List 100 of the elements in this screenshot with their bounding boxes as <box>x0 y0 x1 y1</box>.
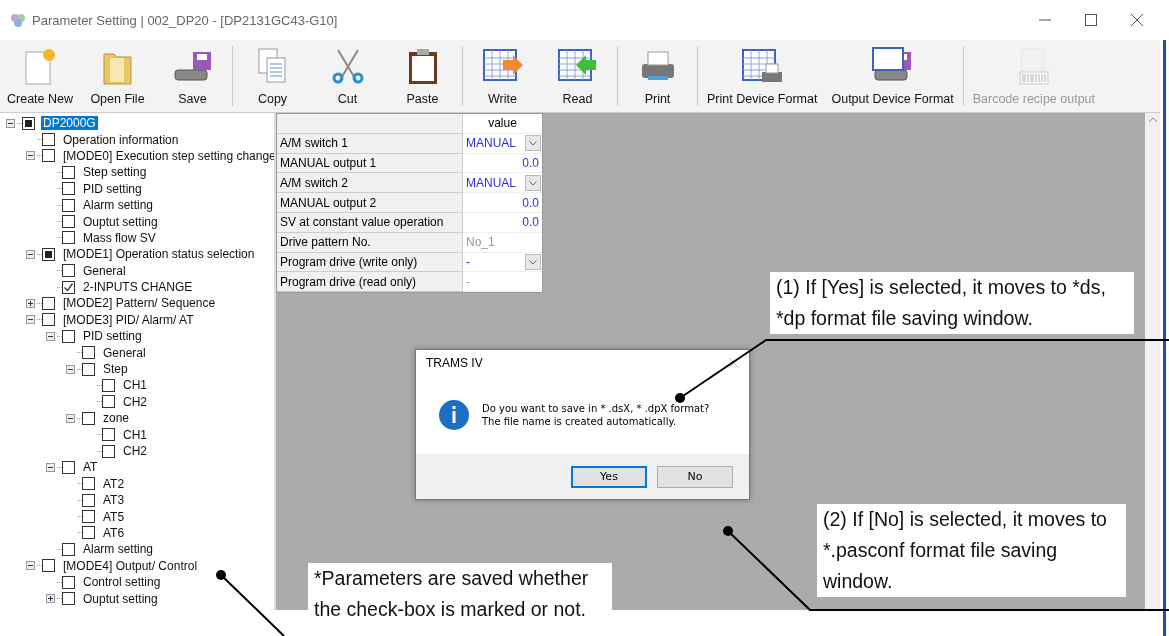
checkbox[interactable] <box>62 592 75 605</box>
column-header: value <box>463 114 542 134</box>
expand-icon[interactable] <box>26 299 35 308</box>
toolbar-button[interactable]: Save <box>155 40 230 112</box>
tree-item[interactable]: 2-INPUTS CHANGE <box>81 280 195 295</box>
checkbox[interactable] <box>42 133 55 147</box>
tree-item[interactable]: Operation information <box>61 132 181 147</box>
toolbar-button[interactable]: Print <box>620 40 695 112</box>
tree-item[interactable]: Step setting <box>81 165 149 180</box>
tree-item[interactable]: zone <box>101 411 132 426</box>
tree-item[interactable]: CH1 <box>121 378 149 393</box>
collapse-icon[interactable] <box>26 151 35 161</box>
tree-item[interactable]: AT2 <box>101 476 127 491</box>
checkbox[interactable] <box>62 264 75 278</box>
toolbar-button[interactable]: Cut <box>310 40 385 112</box>
dialog-button[interactable]: Yes <box>571 465 647 488</box>
collapse-icon[interactable] <box>66 413 75 423</box>
tree-item[interactable]: [MODE1] Operation status selection <box>61 247 257 262</box>
checkbox[interactable] <box>42 313 55 327</box>
tree-item[interactable]: [MODE3] PID/ Alarm/ AT <box>61 312 196 327</box>
table-cell: - <box>463 272 542 293</box>
checkbox[interactable] <box>62 231 75 245</box>
toolbar-button[interactable]: Write <box>465 40 540 112</box>
tree-item[interactable]: CH1 <box>121 427 149 442</box>
tree-item[interactable]: Step <box>101 362 130 377</box>
collapse-icon[interactable] <box>26 315 35 325</box>
dialog-title: TRAMS IV <box>426 356 483 370</box>
close-icon[interactable] <box>1131 14 1143 26</box>
checkbox[interactable] <box>62 215 75 229</box>
tree-item[interactable]: Ouptut setting <box>81 214 160 229</box>
checkbox[interactable] <box>62 575 75 589</box>
collapse-icon[interactable] <box>46 331 55 341</box>
toolbar-button[interactable]: Output Device Format <box>824 40 961 112</box>
checkbox[interactable] <box>82 346 95 360</box>
checkbox[interactable] <box>82 362 95 376</box>
tree-item[interactable]: Mass flow SV <box>81 230 158 245</box>
tree-item[interactable]: Control setting <box>81 575 163 590</box>
checkbox[interactable] <box>62 460 75 474</box>
checkbox[interactable] <box>62 165 75 179</box>
app-icon <box>10 13 26 27</box>
checkbox[interactable] <box>82 526 95 540</box>
table-cell: SV at constant value operation <box>277 213 463 233</box>
toolbar-button[interactable]: Copy <box>235 40 310 112</box>
collapse-icon[interactable] <box>6 118 15 128</box>
checkbox[interactable] <box>42 559 55 573</box>
checkbox[interactable] <box>62 198 75 212</box>
caret-icon[interactable] <box>525 135 541 152</box>
table-cell: MANUAL output 2 <box>277 193 463 213</box>
caret-icon[interactable] <box>525 174 541 191</box>
checkbox[interactable] <box>102 444 115 458</box>
toolbar-button[interactable]: Create New <box>0 40 80 112</box>
tree-item[interactable]: PID setting <box>81 181 144 196</box>
checkbox[interactable] <box>102 428 115 442</box>
checkbox[interactable] <box>42 149 55 163</box>
dropdown[interactable]: - <box>463 252 542 273</box>
tree-item[interactable]: CH2 <box>121 444 149 458</box>
tree-item[interactable]: CH2 <box>121 394 149 409</box>
table-cell: Program drive (read only) <box>277 272 463 293</box>
tree-item[interactable]: Alarm setting <box>81 198 156 213</box>
dropdown[interactable]: MANUAL <box>463 133 542 154</box>
tree-item[interactable]: General <box>81 263 128 278</box>
toolbar-button[interactable]: Read <box>540 40 615 112</box>
checkbox[interactable] <box>82 411 95 425</box>
checkbox[interactable] <box>82 477 95 491</box>
tree-item[interactable]: AT6 <box>101 525 127 540</box>
tree-item[interactable]: DP2000G <box>41 116 98 131</box>
tree-item[interactable]: Ouptut setting <box>81 591 160 606</box>
tree-item[interactable]: [MODE2] Pattern/ Sequence <box>61 296 218 311</box>
checkbox[interactable] <box>102 395 115 409</box>
tree-item[interactable]: AT3 <box>101 493 127 508</box>
caret-icon[interactable] <box>525 253 541 270</box>
table-cell[interactable]: 0.0 <box>463 193 542 213</box>
checkbox[interactable] <box>82 510 95 524</box>
table-cell[interactable]: 0.0 <box>463 153 542 174</box>
checkbox[interactable] <box>62 182 75 196</box>
tree-item[interactable]: PID setting <box>81 329 144 344</box>
window-title: Parameter Setting | 002_DP20 - [DP2131GC43-G10] <box>32 12 338 28</box>
checkbox[interactable] <box>62 542 75 556</box>
tree-item[interactable]: AT5 <box>101 509 127 524</box>
table-cell[interactable]: 0.0 <box>463 213 542 233</box>
tree-item[interactable]: General <box>101 345 148 360</box>
checkbox[interactable] <box>62 329 75 343</box>
checkbox[interactable] <box>62 280 75 294</box>
expand-icon[interactable] <box>46 594 55 603</box>
toolbar-button[interactable]: Open File <box>80 40 155 112</box>
dropdown[interactable]: MANUAL <box>463 173 542 194</box>
collapse-icon[interactable] <box>26 561 35 571</box>
dialog-button[interactable]: No <box>657 465 733 488</box>
checkbox[interactable] <box>42 297 55 310</box>
checkbox[interactable] <box>102 378 115 392</box>
collapse-icon[interactable] <box>66 364 75 374</box>
collapse-icon[interactable] <box>26 249 35 259</box>
tree-item[interactable]: [MODE4] Output/ Control <box>61 558 200 573</box>
collapse-icon[interactable] <box>46 462 55 472</box>
checkbox[interactable] <box>82 493 95 507</box>
toolbar-button[interactable]: Paste <box>385 40 460 112</box>
tree-item[interactable]: AT <box>81 460 100 475</box>
toolbar-button[interactable]: Print Device Format <box>700 40 825 112</box>
maximize-icon[interactable] <box>1085 14 1097 26</box>
tree-item[interactable]: Alarm setting <box>81 542 156 557</box>
